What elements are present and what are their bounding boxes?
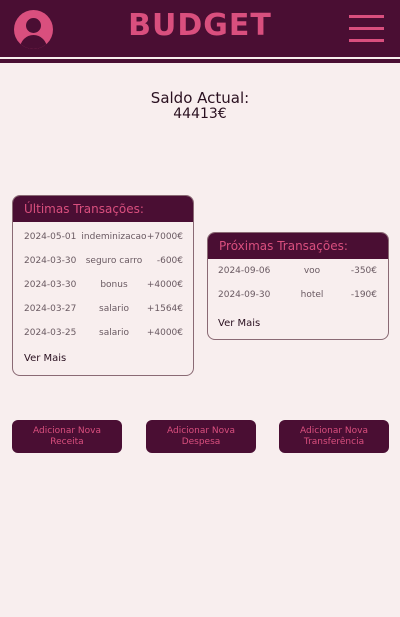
header-divider — [0, 59, 400, 63]
transaction-date: 2024-09-30 — [218, 290, 271, 300]
transaction-row: 2024-09-30 hotel -190€ — [208, 283, 388, 307]
menu-bar — [349, 27, 384, 30]
transaction-row: 2024-09-06 voo -350€ — [208, 259, 388, 283]
last-transactions-title: Últimas Transações: — [13, 196, 193, 222]
transaction-date: 2024-03-27 — [24, 304, 77, 314]
transaction-row: 2024-03-30 bonus +4000€ — [13, 273, 193, 297]
next-transactions-title: Próximas Transações: — [208, 233, 388, 259]
add-expense-button[interactable]: Adicionar Nova Despesa — [146, 420, 256, 453]
transaction-description: seguro carro — [85, 256, 143, 266]
transaction-row: 2024-03-25 salario +4000€ — [13, 321, 193, 345]
transaction-amount: -350€ — [350, 266, 377, 276]
transaction-description: salario — [99, 304, 129, 314]
next-transactions-card: Próximas Transações: 2024-09-06 voo -350… — [207, 232, 389, 340]
transaction-date: 2024-03-30 — [24, 280, 77, 290]
transaction-date: 2024-09-06 — [218, 266, 271, 276]
transaction-date: 2024-03-30 — [24, 256, 77, 266]
transaction-description: salario — [99, 328, 129, 338]
next-transactions-more-link[interactable]: Ver Mais — [218, 318, 260, 329]
transaction-date: 2024-03-25 — [24, 328, 77, 338]
add-income-button[interactable]: Adicionar Nova Receita — [12, 420, 122, 453]
transaction-amount: +1564€ — [146, 304, 183, 314]
balance-value: 44413€ — [173, 106, 227, 122]
transaction-amount: -600€ — [156, 256, 183, 266]
transaction-amount: +4000€ — [146, 328, 183, 338]
app-title: BUDGET — [128, 8, 272, 43]
add-transfer-button[interactable]: Adicionar Nova Transferência — [279, 420, 389, 453]
menu-bar — [349, 39, 384, 42]
last-transactions-more-link[interactable]: Ver Mais — [24, 353, 66, 364]
transaction-description: bonus — [100, 280, 128, 290]
transaction-row: 2024-03-30 seguro carro -600€ — [13, 249, 193, 273]
transaction-description: voo — [303, 266, 321, 276]
hamburger-menu-icon[interactable] — [349, 15, 384, 42]
last-transactions-card: Últimas Transações: 2024-05-01 indeminiz… — [12, 195, 194, 376]
transaction-date: 2024-05-01 — [24, 232, 77, 242]
transaction-amount: +7000€ — [146, 232, 183, 242]
transaction-description: indeminizacao — [81, 232, 147, 242]
transaction-description: hotel — [300, 290, 324, 300]
transaction-amount: +4000€ — [146, 280, 183, 290]
transaction-row: 2024-03-27 salario +1564€ — [13, 297, 193, 321]
balance-label: Saldo Actual: — [150, 89, 250, 107]
menu-bar — [349, 15, 384, 18]
transaction-row: 2024-05-01 indeminizacao +7000€ — [13, 225, 193, 249]
app-header: BUDGET — [0, 0, 400, 57]
transaction-amount: -190€ — [350, 290, 377, 300]
